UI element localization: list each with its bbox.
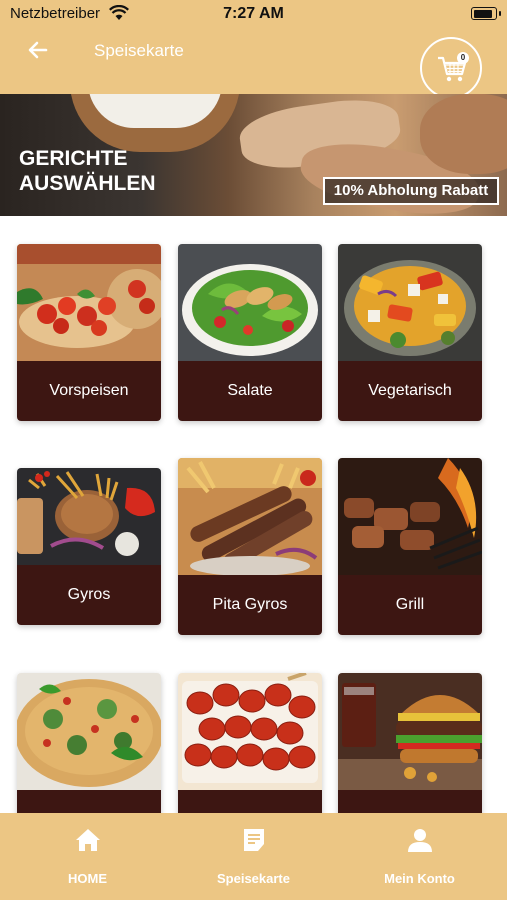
home-icon — [76, 829, 100, 851]
battery-icon — [471, 7, 501, 20]
nav-speisekarte[interactable]: Speisekarte — [169, 813, 338, 900]
category-label: Grill — [338, 575, 482, 635]
back-button[interactable] — [26, 38, 54, 66]
gyros-plate-image — [17, 468, 161, 565]
category-grid: Vorspeisen Salate Vegetarisch Gyros Pita… — [0, 216, 507, 813]
burger-image — [338, 673, 482, 790]
nav-label-speisekarte: Speisekarte — [217, 871, 290, 886]
category-label — [17, 790, 161, 813]
category-label: Pita Gyros — [178, 575, 322, 635]
gyros-meat-image-3 — [420, 94, 507, 174]
bottom-nav: HOME Speisekarte Mein Konto — [0, 813, 507, 900]
category-label: Vegetarisch — [338, 361, 482, 421]
nav-home[interactable]: HOME — [3, 813, 172, 900]
app-header: Speisekarte 0 — [0, 28, 507, 99]
category-card-vorspeisen[interactable]: Vorspeisen — [17, 244, 161, 421]
status-bar: Netzbetreiber 7:27 AM — [0, 0, 507, 28]
arrow-left-icon — [28, 41, 48, 59]
grilled-vegetables-image — [338, 244, 482, 361]
bruschetta-image — [17, 244, 161, 361]
currywurst-image — [178, 673, 322, 790]
category-card-gyros[interactable]: Gyros — [17, 468, 161, 625]
hero-banner: GERICHTE AUSWÄHLEN 10% Abholung Rabatt — [0, 94, 507, 216]
category-label: Vorspeisen — [17, 361, 161, 421]
status-time: 7:27 AM — [223, 5, 284, 22]
cart-count-badge: 0 — [457, 52, 469, 64]
nav-label-home: HOME — [68, 871, 107, 886]
kebab-skewers-image — [178, 458, 322, 575]
category-card-currywurst[interactable] — [178, 673, 322, 813]
category-card-burger[interactable] — [338, 673, 482, 813]
category-card-pizza[interactable] — [17, 673, 161, 813]
cart-button[interactable]: 0 — [420, 37, 482, 99]
discount-badge: 10% Abholung Rabatt — [323, 177, 499, 205]
chicken-salad-image — [178, 244, 322, 361]
category-label — [338, 790, 482, 813]
grilled-meat-image — [338, 458, 482, 575]
pizza-image — [17, 673, 161, 790]
category-card-salate[interactable]: Salate — [178, 244, 322, 421]
hero-title: GERICHTE AUSWÄHLEN — [19, 147, 156, 195]
category-card-pita-gyros[interactable]: Pita Gyros — [178, 458, 322, 635]
category-label: Salate — [178, 361, 322, 421]
nav-mein-konto[interactable]: Mein Konto — [335, 813, 504, 900]
category-card-grill[interactable]: Grill — [338, 458, 482, 635]
menu-document-icon — [244, 829, 264, 851]
page-title: Speisekarte — [94, 41, 184, 60]
nav-label-mein-konto: Mein Konto — [384, 871, 455, 886]
tzatziki-bowl-image — [70, 94, 240, 152]
category-label — [178, 790, 322, 813]
user-icon — [408, 829, 432, 852]
category-card-vegetarisch[interactable]: Vegetarisch — [338, 244, 482, 421]
category-label: Gyros — [17, 565, 161, 625]
